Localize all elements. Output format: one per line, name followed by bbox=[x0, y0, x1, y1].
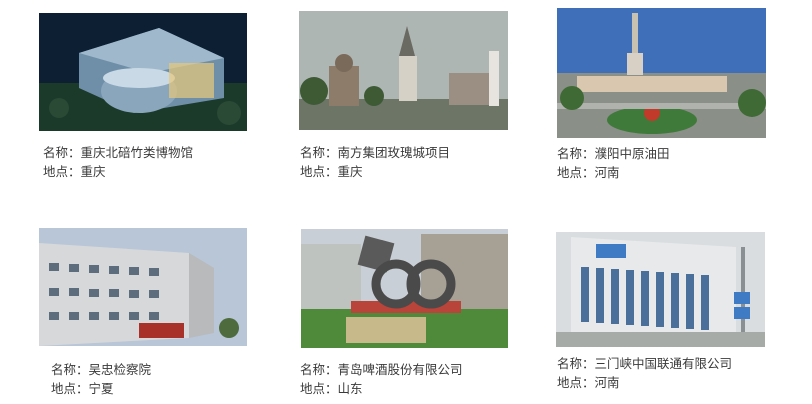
project-location: 地点：河南 bbox=[557, 165, 620, 180]
church-image[interactable] bbox=[299, 11, 508, 130]
project-location: 地点：重庆 bbox=[43, 164, 106, 179]
project-name: 名称：重庆北碚竹类博物馆 bbox=[43, 145, 194, 160]
project-location: 地点：重庆 bbox=[300, 164, 363, 179]
project-caption: 名称：吴忠检察院 地点：宁夏 bbox=[51, 360, 151, 398]
project-name: 名称：南方集团玫瑰城项目 bbox=[300, 145, 451, 160]
project-name: 名称：三门峡中国联通有限公司 bbox=[557, 356, 733, 371]
sculpture-image[interactable] bbox=[301, 229, 508, 348]
project-caption: 名称：青岛啤酒股份有限公司 地点：山东 bbox=[300, 360, 463, 398]
project-name: 名称：吴忠检察院 bbox=[51, 362, 152, 377]
project-name: 名称：濮阳中原油田 bbox=[557, 146, 670, 161]
office-building-image[interactable] bbox=[39, 228, 247, 346]
city-aerial-image[interactable] bbox=[557, 8, 766, 138]
project-location: 地点：山东 bbox=[300, 381, 363, 396]
project-name: 名称：青岛啤酒股份有限公司 bbox=[300, 362, 463, 377]
unicom-building-image[interactable] bbox=[556, 232, 765, 347]
project-caption: 名称：南方集团玫瑰城项目 地点：重庆 bbox=[300, 143, 450, 181]
project-location: 地点：宁夏 bbox=[51, 381, 114, 396]
project-caption: 名称：三门峡中国联通有限公司 地点：河南 bbox=[557, 354, 732, 392]
project-caption: 名称：濮阳中原油田 地点：河南 bbox=[557, 144, 670, 182]
museum-rendering-image[interactable] bbox=[39, 13, 247, 131]
project-location: 地点：河南 bbox=[557, 375, 620, 390]
project-caption: 名称：重庆北碚竹类博物馆 地点：重庆 bbox=[43, 143, 193, 181]
